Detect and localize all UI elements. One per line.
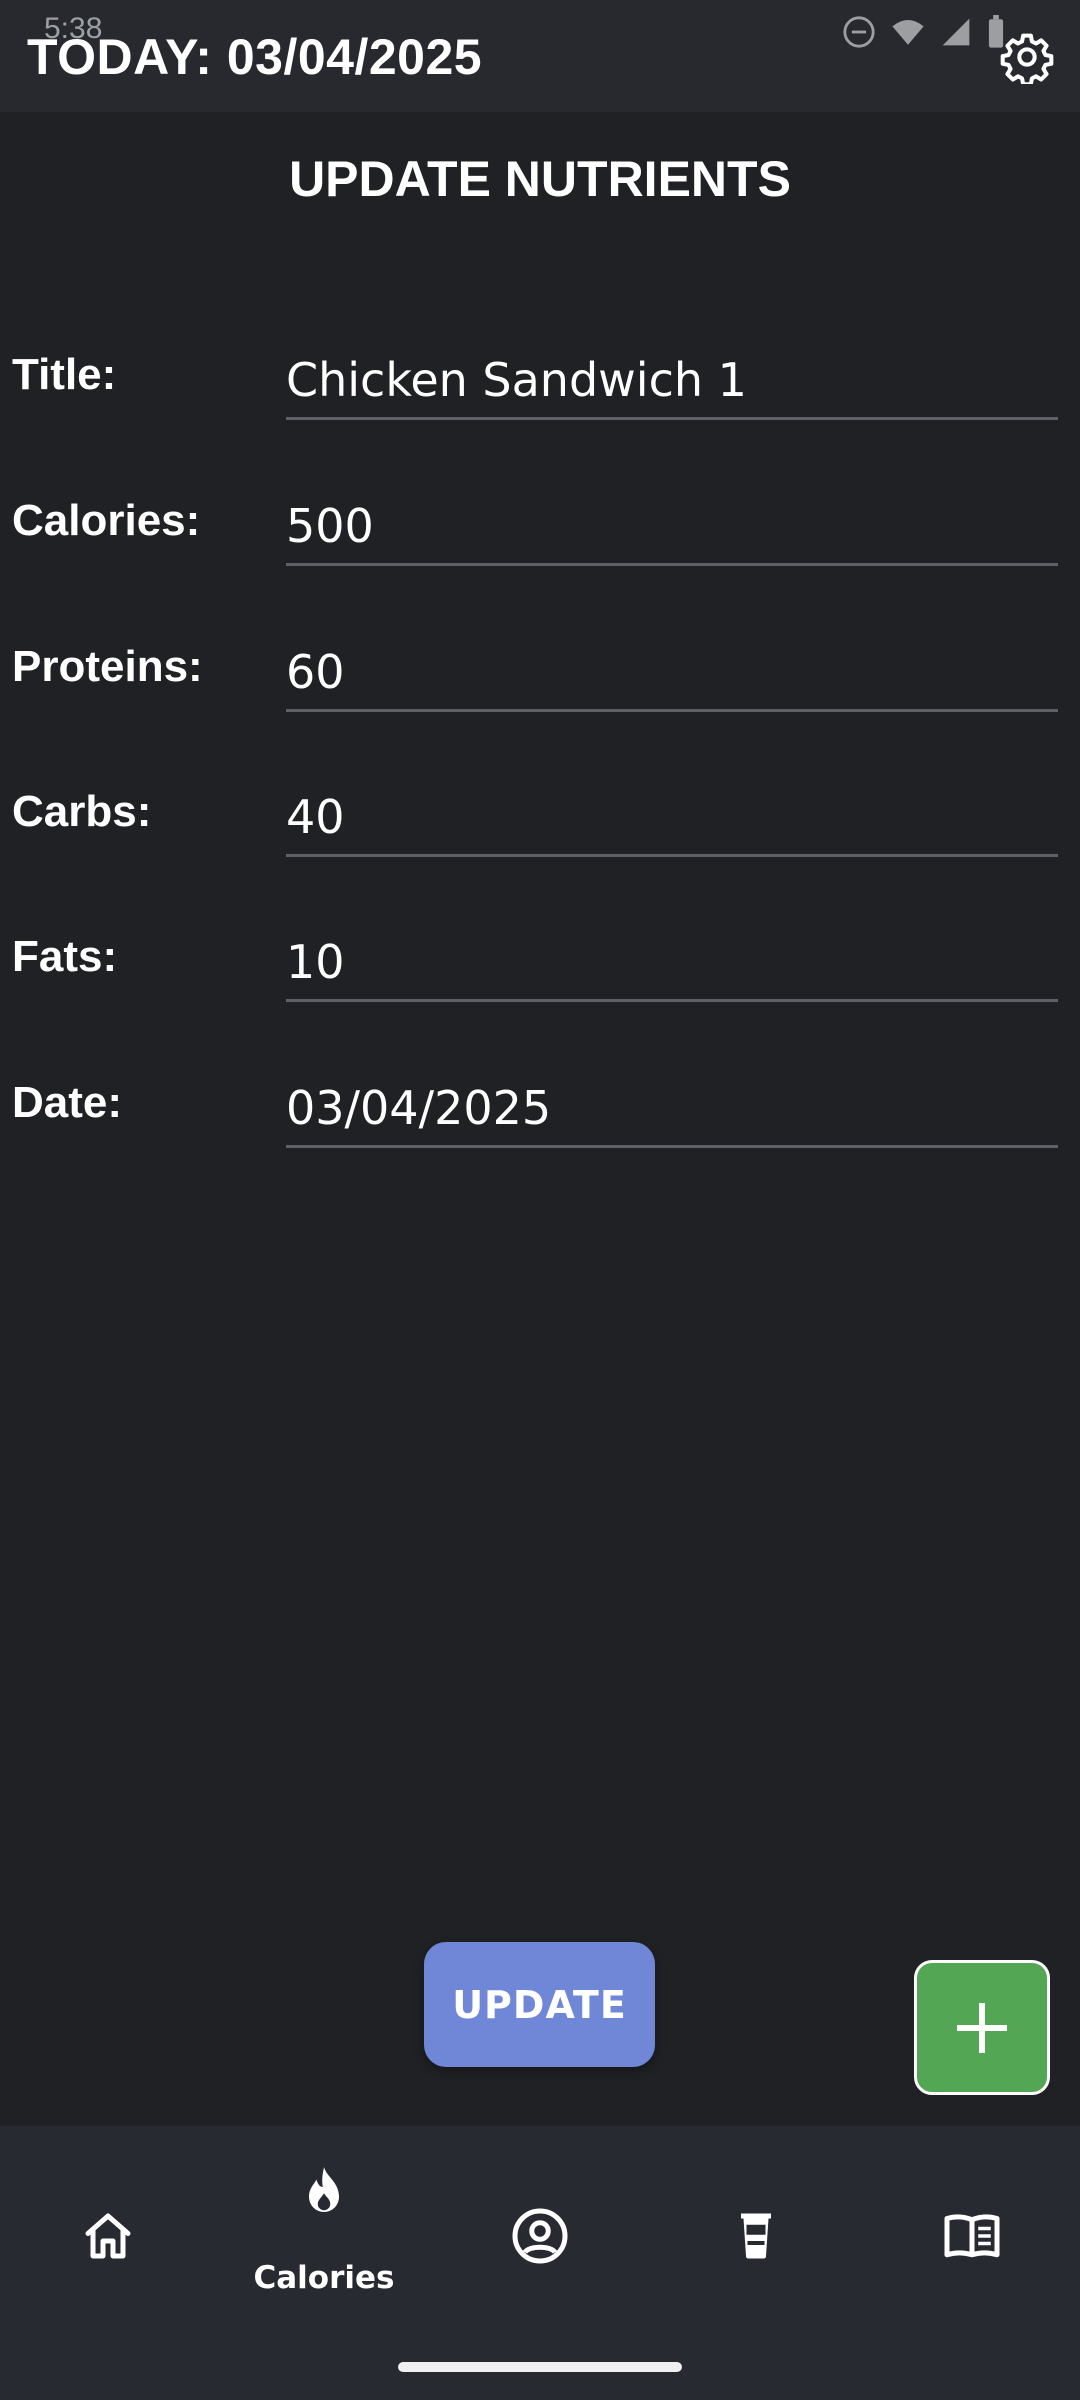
drink-icon xyxy=(741,2213,771,2259)
fats-label: Fats: xyxy=(12,932,118,981)
form-row-carbs: Carbs: xyxy=(0,765,1080,865)
top-bar: 5:38 TODAY: 03/04/2025 xyxy=(0,0,1080,112)
home-icon xyxy=(85,2213,131,2259)
nav-item-home[interactable] xyxy=(0,2126,216,2356)
proteins-input[interactable] xyxy=(286,620,1058,712)
signal-icon xyxy=(942,18,970,46)
form-row-title: Title: xyxy=(0,328,1080,428)
carbs-input[interactable] xyxy=(286,765,1058,857)
nav-label-calories: Calories xyxy=(253,2260,395,2296)
date-label: Date: xyxy=(12,1078,123,1127)
page-title: UPDATE NUTRIENTS xyxy=(289,151,791,207)
calories-label: Calories: xyxy=(12,496,201,545)
profile-icon xyxy=(512,2208,568,2264)
nav-item-profile[interactable] xyxy=(432,2126,648,2356)
title-input[interactable] xyxy=(286,328,1058,420)
nav-item-drinks[interactable] xyxy=(648,2126,864,2356)
form-row-calories: Calories: xyxy=(0,474,1080,574)
today-date-title: TODAY: 03/04/2025 xyxy=(27,29,483,85)
gear-icon xyxy=(1000,33,1054,84)
update-button[interactable]: UPDATE xyxy=(424,1942,655,2067)
fats-input[interactable] xyxy=(286,910,1058,1002)
carbs-label: Carbs: xyxy=(12,787,152,836)
flame-icon xyxy=(309,2167,339,2212)
form-row-fats: Fats: xyxy=(0,910,1080,1010)
nav-item-calories[interactable]: Calories xyxy=(216,2126,432,2356)
app-screen: 5:38 TODAY: 03/04/2025 UPDATE NUTRIENTS … xyxy=(0,0,1080,2400)
nav-item-recipes[interactable] xyxy=(864,2126,1080,2356)
date-input[interactable] xyxy=(286,1056,1058,1148)
wifi-icon xyxy=(892,19,924,45)
dnd-icon xyxy=(843,16,875,48)
form-row-proteins: Proteins: xyxy=(0,620,1080,720)
bottom-navigation: Calories xyxy=(0,2126,1080,2400)
title-label: Title: xyxy=(12,350,117,399)
proteins-label: Proteins: xyxy=(12,642,203,691)
status-icons xyxy=(842,12,1006,52)
home-indicator[interactable] xyxy=(398,2362,682,2372)
plus-icon xyxy=(957,2002,1007,2053)
calories-input[interactable] xyxy=(286,474,1058,566)
form-row-date: Date: xyxy=(0,1056,1080,1156)
add-button[interactable] xyxy=(914,1960,1050,2095)
settings-button[interactable] xyxy=(998,28,1056,86)
book-icon xyxy=(944,2214,1000,2258)
